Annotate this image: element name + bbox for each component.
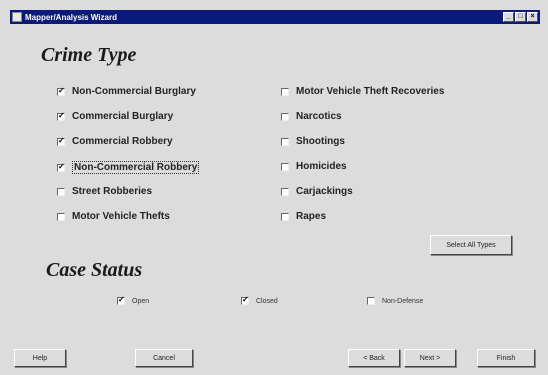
checkbox-box[interactable]: ✓: [57, 111, 65, 121]
checkbox-non-commercial-burglary[interactable]: ✓ Non-Commercial Burglary: [57, 86, 196, 97]
checkbox-box[interactable]: ✓: [57, 86, 65, 96]
checkbox-box[interactable]: [367, 297, 375, 305]
checkbox-commercial-robbery[interactable]: ✓ Commercial Robbery: [57, 136, 173, 147]
next-button[interactable]: Next >: [404, 349, 456, 367]
checkbox-homicides[interactable]: Homicides: [281, 161, 347, 172]
checkbox-box[interactable]: [281, 162, 289, 171]
checkbox-box[interactable]: [57, 212, 65, 221]
checkbox-rapes[interactable]: Rapes: [281, 211, 326, 222]
checkbox-label: Narcotics: [296, 111, 342, 122]
checkbox-box[interactable]: [57, 187, 65, 196]
cancel-button[interactable]: Cancel: [135, 349, 193, 367]
select-all-types-button[interactable]: Select All Types: [430, 235, 512, 255]
checkbox-label: Homicides: [296, 161, 347, 172]
wizard-window: Mapper/Analysis Wizard _ □ × Crime Type …: [0, 0, 548, 375]
minimize-icon[interactable]: _: [503, 12, 514, 22]
title-bar[interactable]: Mapper/Analysis Wizard _ □ ×: [10, 10, 540, 24]
checkbox-label: Motor Vehicle Theft Recoveries: [296, 86, 445, 97]
checkbox-label: Non-Commercial Burglary: [72, 86, 196, 97]
checkbox-label: Rapes: [296, 211, 327, 222]
checkbox-box[interactable]: ✓: [57, 162, 65, 172]
checkbox-box[interactable]: ✓: [57, 136, 65, 146]
checkbox-label: Non-Defense: [382, 297, 424, 305]
checkbox-shootings[interactable]: Shootings: [281, 136, 345, 147]
checkbox-label: Shootings: [296, 136, 345, 147]
finish-button[interactable]: Finish: [477, 349, 535, 367]
checkbox-box[interactable]: ✓: [117, 295, 125, 305]
checkbox-open[interactable]: ✓ Open: [117, 295, 150, 305]
checkbox-motor-vehicle-thefts[interactable]: Motor Vehicle Thefts: [57, 211, 170, 222]
window-title: Mapper/Analysis Wizard: [25, 12, 117, 22]
checkbox-box[interactable]: [281, 212, 289, 221]
checkbox-box[interactable]: ✓: [241, 295, 249, 305]
checkbox-box[interactable]: [281, 87, 289, 96]
checkbox-label: Carjackings: [296, 186, 353, 197]
checkbox-street-robberies[interactable]: Street Robberies: [57, 186, 152, 197]
checkbox-box[interactable]: [281, 187, 289, 196]
checkbox-closed[interactable]: ✓ Closed: [241, 295, 278, 305]
checkbox-non-commercial-robbery[interactable]: ✓ Non-Commercial Robbery: [57, 161, 200, 174]
checkbox-box[interactable]: [281, 137, 289, 146]
maximize-icon[interactable]: □: [515, 12, 526, 22]
checkbox-label: Commercial Robbery: [72, 136, 173, 147]
app-icon: [12, 12, 22, 22]
checkbox-commercial-burglary[interactable]: ✓ Commercial Burglary: [57, 111, 173, 122]
checkbox-label: Commercial Burglary: [72, 111, 174, 122]
help-button[interactable]: Help: [14, 349, 66, 367]
checkbox-non-defense[interactable]: Non-Defense: [367, 297, 423, 305]
checkbox-label: Non-Commercial Robbery: [72, 161, 200, 174]
crime-type-heading: Crime Type: [41, 44, 137, 66]
case-status-heading: Case Status: [46, 259, 143, 281]
checkbox-label: Street Robberies: [72, 186, 153, 197]
checkbox-label: Motor Vehicle Thefts: [72, 211, 170, 222]
checkbox-narcotics[interactable]: Narcotics: [281, 111, 342, 122]
checkbox-box[interactable]: [281, 112, 289, 121]
back-button[interactable]: < Back: [348, 349, 400, 367]
checkbox-label: Closed: [256, 297, 278, 305]
checkbox-motor-vehicle-theft-recoveries[interactable]: Motor Vehicle Theft Recoveries: [281, 86, 444, 97]
checkbox-label: Open: [132, 297, 150, 305]
checkbox-carjackings[interactable]: Carjackings: [281, 186, 353, 197]
close-icon[interactable]: ×: [527, 12, 538, 22]
